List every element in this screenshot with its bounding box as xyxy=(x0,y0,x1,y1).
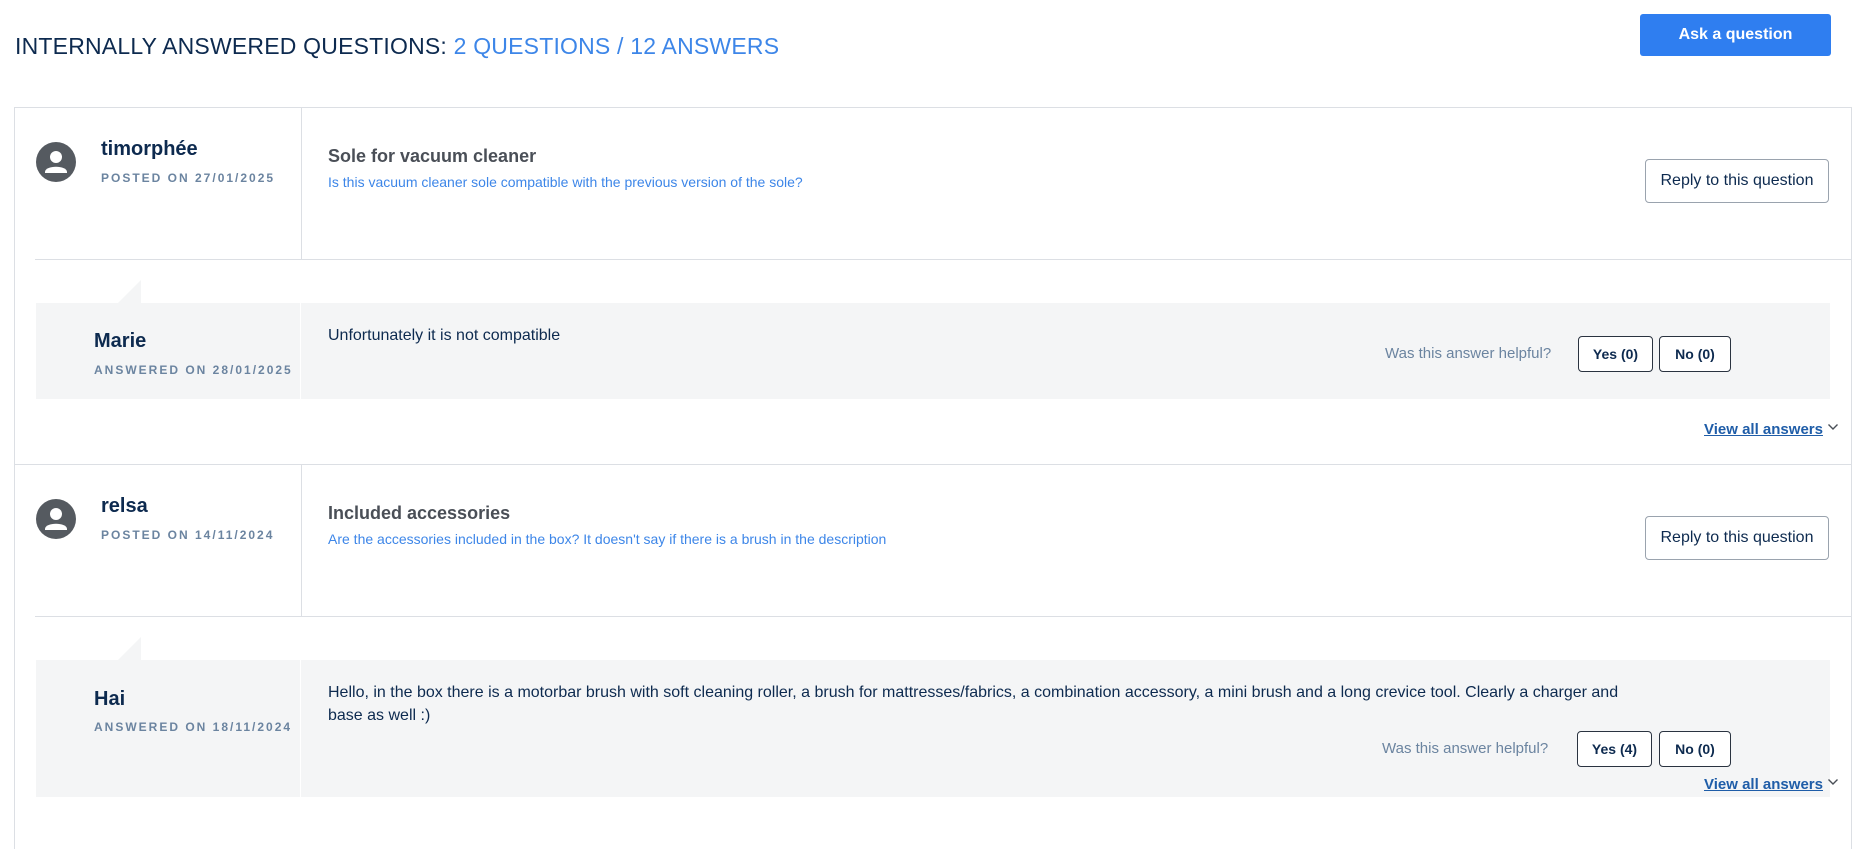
answer-pointer xyxy=(118,637,141,660)
question-list: timorphée POSTED ON 27/01/2025 Sole for … xyxy=(14,107,1852,849)
helpful-no-button[interactable]: No (0) xyxy=(1659,336,1731,372)
divider xyxy=(35,259,1851,260)
answer-card: Hai ANSWERED ON 18/11/2024 Hello, in the… xyxy=(36,660,1830,797)
ask-question-button[interactable]: Ask a question xyxy=(1640,14,1831,56)
answer-pointer xyxy=(118,280,141,303)
answered-date: ANSWERED ON 18/11/2024 xyxy=(94,720,293,734)
view-all-answers-link[interactable]: View all answers xyxy=(1704,776,1823,793)
helpful-no-button[interactable]: No (0) xyxy=(1659,731,1731,767)
answer-author: Marie xyxy=(94,330,147,352)
answer-author-panel: Marie ANSWERED ON 28/01/2025 xyxy=(36,303,301,399)
question-author: relsa xyxy=(101,495,148,517)
question-item: timorphée POSTED ON 27/01/2025 Sole for … xyxy=(15,108,1851,463)
helpful-prompt: Was this answer helpful? xyxy=(1382,740,1549,757)
qa-section: INTERNALLY ANSWERED QUESTIONS: 2 QUESTIO… xyxy=(0,0,1853,849)
answer-card: Marie ANSWERED ON 28/01/2025 Unfortunate… xyxy=(36,303,1830,399)
view-all-answers-link[interactable]: View all answers xyxy=(1704,421,1823,438)
question-answer-count: 2 QUESTIONS / 12 ANSWERS xyxy=(453,33,780,59)
question-body: Are the accessories included in the box?… xyxy=(328,531,887,547)
question-author: timorphée xyxy=(101,138,198,160)
question-title: Included accessories xyxy=(328,503,511,523)
chevron-down-icon[interactable] xyxy=(1827,421,1839,433)
divider xyxy=(301,108,302,259)
chevron-down-icon[interactable] xyxy=(1827,776,1839,788)
answer-author-panel: Hai ANSWERED ON 18/11/2024 xyxy=(36,660,301,797)
answered-date: ANSWERED ON 28/01/2025 xyxy=(94,363,293,377)
answer-text: Unfortunately it is not compatible xyxy=(328,327,561,344)
posted-date: POSTED ON 14/11/2024 xyxy=(101,528,275,542)
helpful-yes-button[interactable]: Yes (0) xyxy=(1578,336,1653,372)
user-avatar-icon xyxy=(36,142,76,182)
posted-date: POSTED ON 27/01/2025 xyxy=(101,171,276,185)
user-avatar-icon xyxy=(36,499,76,539)
answer-author: Hai xyxy=(94,688,126,710)
helpful-prompt: Was this answer helpful? xyxy=(1385,345,1552,362)
question-item: relsa POSTED ON 14/11/2024 Included acce… xyxy=(15,464,1851,819)
answer-text: Hello, in the box there is a motorbar br… xyxy=(328,684,1619,724)
helpful-yes-button[interactable]: Yes (4) xyxy=(1577,731,1652,767)
question-body: Is this vacuum cleaner sole compatible w… xyxy=(328,174,803,190)
question-title: Sole for vacuum cleaner xyxy=(328,146,537,166)
divider xyxy=(35,616,1851,617)
reply-to-question-button[interactable]: Reply to this question xyxy=(1645,159,1829,203)
section-title-label: INTERNALLY ANSWERED QUESTIONS: xyxy=(15,33,448,59)
divider xyxy=(301,465,302,616)
section-title: INTERNALLY ANSWERED QUESTIONS: 2 QUESTIO… xyxy=(15,33,779,60)
reply-to-question-button[interactable]: Reply to this question xyxy=(1645,516,1829,560)
